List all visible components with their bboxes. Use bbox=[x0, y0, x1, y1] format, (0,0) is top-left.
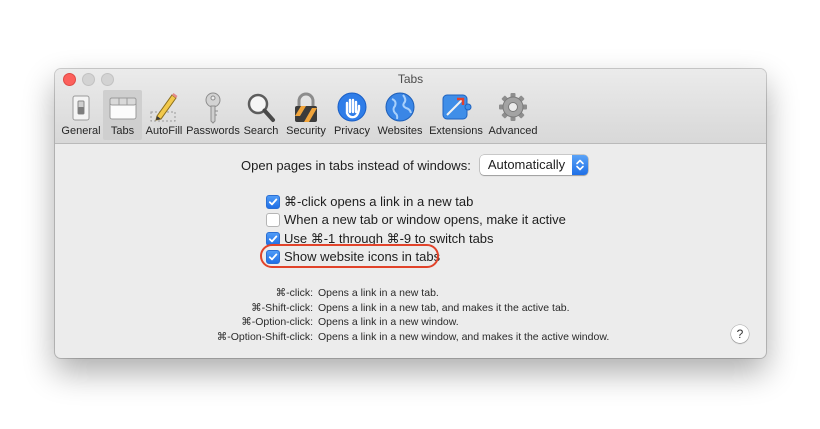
checkbox-label: ⌘-click opens a link in a new tab bbox=[284, 194, 474, 209]
toolbar-item-advanced[interactable]: Advanced bbox=[486, 90, 540, 140]
window-title: Tabs bbox=[397, 72, 424, 86]
toolbar-item-label: Search bbox=[243, 125, 279, 137]
shortcut-description: Opens a link in a new window, and makes … bbox=[318, 331, 610, 343]
checkbox-row-make-active[interactable]: When a new tab or window opens, make it … bbox=[266, 212, 566, 227]
help-button[interactable]: ? bbox=[731, 325, 749, 343]
open-pages-row: Open pages in tabs instead of windows: A… bbox=[241, 155, 588, 175]
toolbar-item-label: Advanced bbox=[488, 125, 538, 137]
puzzle-icon bbox=[442, 94, 472, 120]
hand-icon bbox=[337, 92, 367, 122]
open-pages-popup-value: Automatically bbox=[487, 157, 566, 172]
checkbox-cmd-click[interactable] bbox=[266, 195, 280, 209]
tabs-preferences-pane: Open pages in tabs instead of windows: A… bbox=[55, 144, 766, 358]
toolbar-item-label: Passwords bbox=[186, 125, 240, 137]
toolbar-item-label: General bbox=[61, 125, 101, 137]
checkbox-make-active[interactable] bbox=[266, 212, 280, 227]
open-pages-label: Open pages in tabs instead of windows: bbox=[241, 157, 471, 173]
gear-icon bbox=[499, 93, 527, 121]
shortcut-description: Opens a link in a new tab, and makes it … bbox=[318, 302, 570, 314]
toolbar-item-security[interactable]: Security bbox=[281, 90, 331, 140]
checkmark-icon bbox=[268, 198, 278, 206]
pencil-icon bbox=[150, 93, 178, 122]
tabs-icon bbox=[109, 97, 136, 120]
toolbar-item-label: Privacy bbox=[333, 125, 371, 137]
toolbar-item-privacy[interactable]: Privacy bbox=[331, 90, 373, 140]
toolbar-item-tabs[interactable]: Tabs bbox=[103, 90, 142, 140]
toolbar-item-label: Websites bbox=[377, 125, 423, 137]
toolbar-item-search[interactable]: Search bbox=[241, 90, 281, 140]
toolbar-item-label: Tabs bbox=[110, 125, 135, 137]
toolbar-item-extensions[interactable]: Extensions bbox=[427, 90, 485, 140]
shortcut-description: Opens a link in a new window. bbox=[318, 316, 459, 328]
checkbox-label: When a new tab or window opens, make it … bbox=[284, 212, 566, 227]
shortcut-key: ⌘-Option-click: bbox=[241, 316, 313, 328]
shortcut-description: Opens a link in a new tab. bbox=[318, 287, 439, 299]
key-icon bbox=[205, 92, 221, 124]
globe-icon bbox=[385, 92, 415, 122]
toolbar-item-websites[interactable]: Websites bbox=[373, 90, 427, 140]
preferences-toolbar: General Tabs AutoFill Passwords Search S… bbox=[55, 87, 766, 143]
shortcut-key: ⌘-Option-Shift-click: bbox=[216, 331, 313, 343]
toolbar-item-autofill[interactable]: AutoFill bbox=[142, 90, 186, 140]
open-pages-popup[interactable]: Automatically bbox=[479, 155, 588, 175]
title-bar: Tabs General Tabs AutoFill Passwords Sea… bbox=[55, 69, 766, 144]
toolbar-item-general[interactable]: General bbox=[59, 90, 103, 140]
toolbar-item-label: Extensions bbox=[429, 125, 483, 137]
shortcut-key: ⌘-click: bbox=[275, 287, 313, 299]
checkbox-row-cmd-click[interactable]: ⌘-click opens a link in a new tab bbox=[266, 194, 473, 210]
magnifier-icon bbox=[247, 93, 275, 122]
switch-icon bbox=[72, 95, 90, 121]
preferences-window: Tabs General Tabs AutoFill Passwords Sea… bbox=[55, 69, 766, 358]
lock-icon bbox=[295, 92, 317, 122]
toolbar-item-label: AutoFill bbox=[145, 125, 183, 137]
toolbar-item-label: Security bbox=[286, 125, 326, 137]
toolbar-item-passwords[interactable]: Passwords bbox=[186, 90, 240, 140]
checkmark-icon bbox=[268, 235, 278, 243]
popup-arrows-icon bbox=[571, 155, 588, 175]
shortcut-key: ⌘-Shift-click: bbox=[251, 302, 313, 314]
annotation-highlight-outline bbox=[260, 244, 439, 268]
